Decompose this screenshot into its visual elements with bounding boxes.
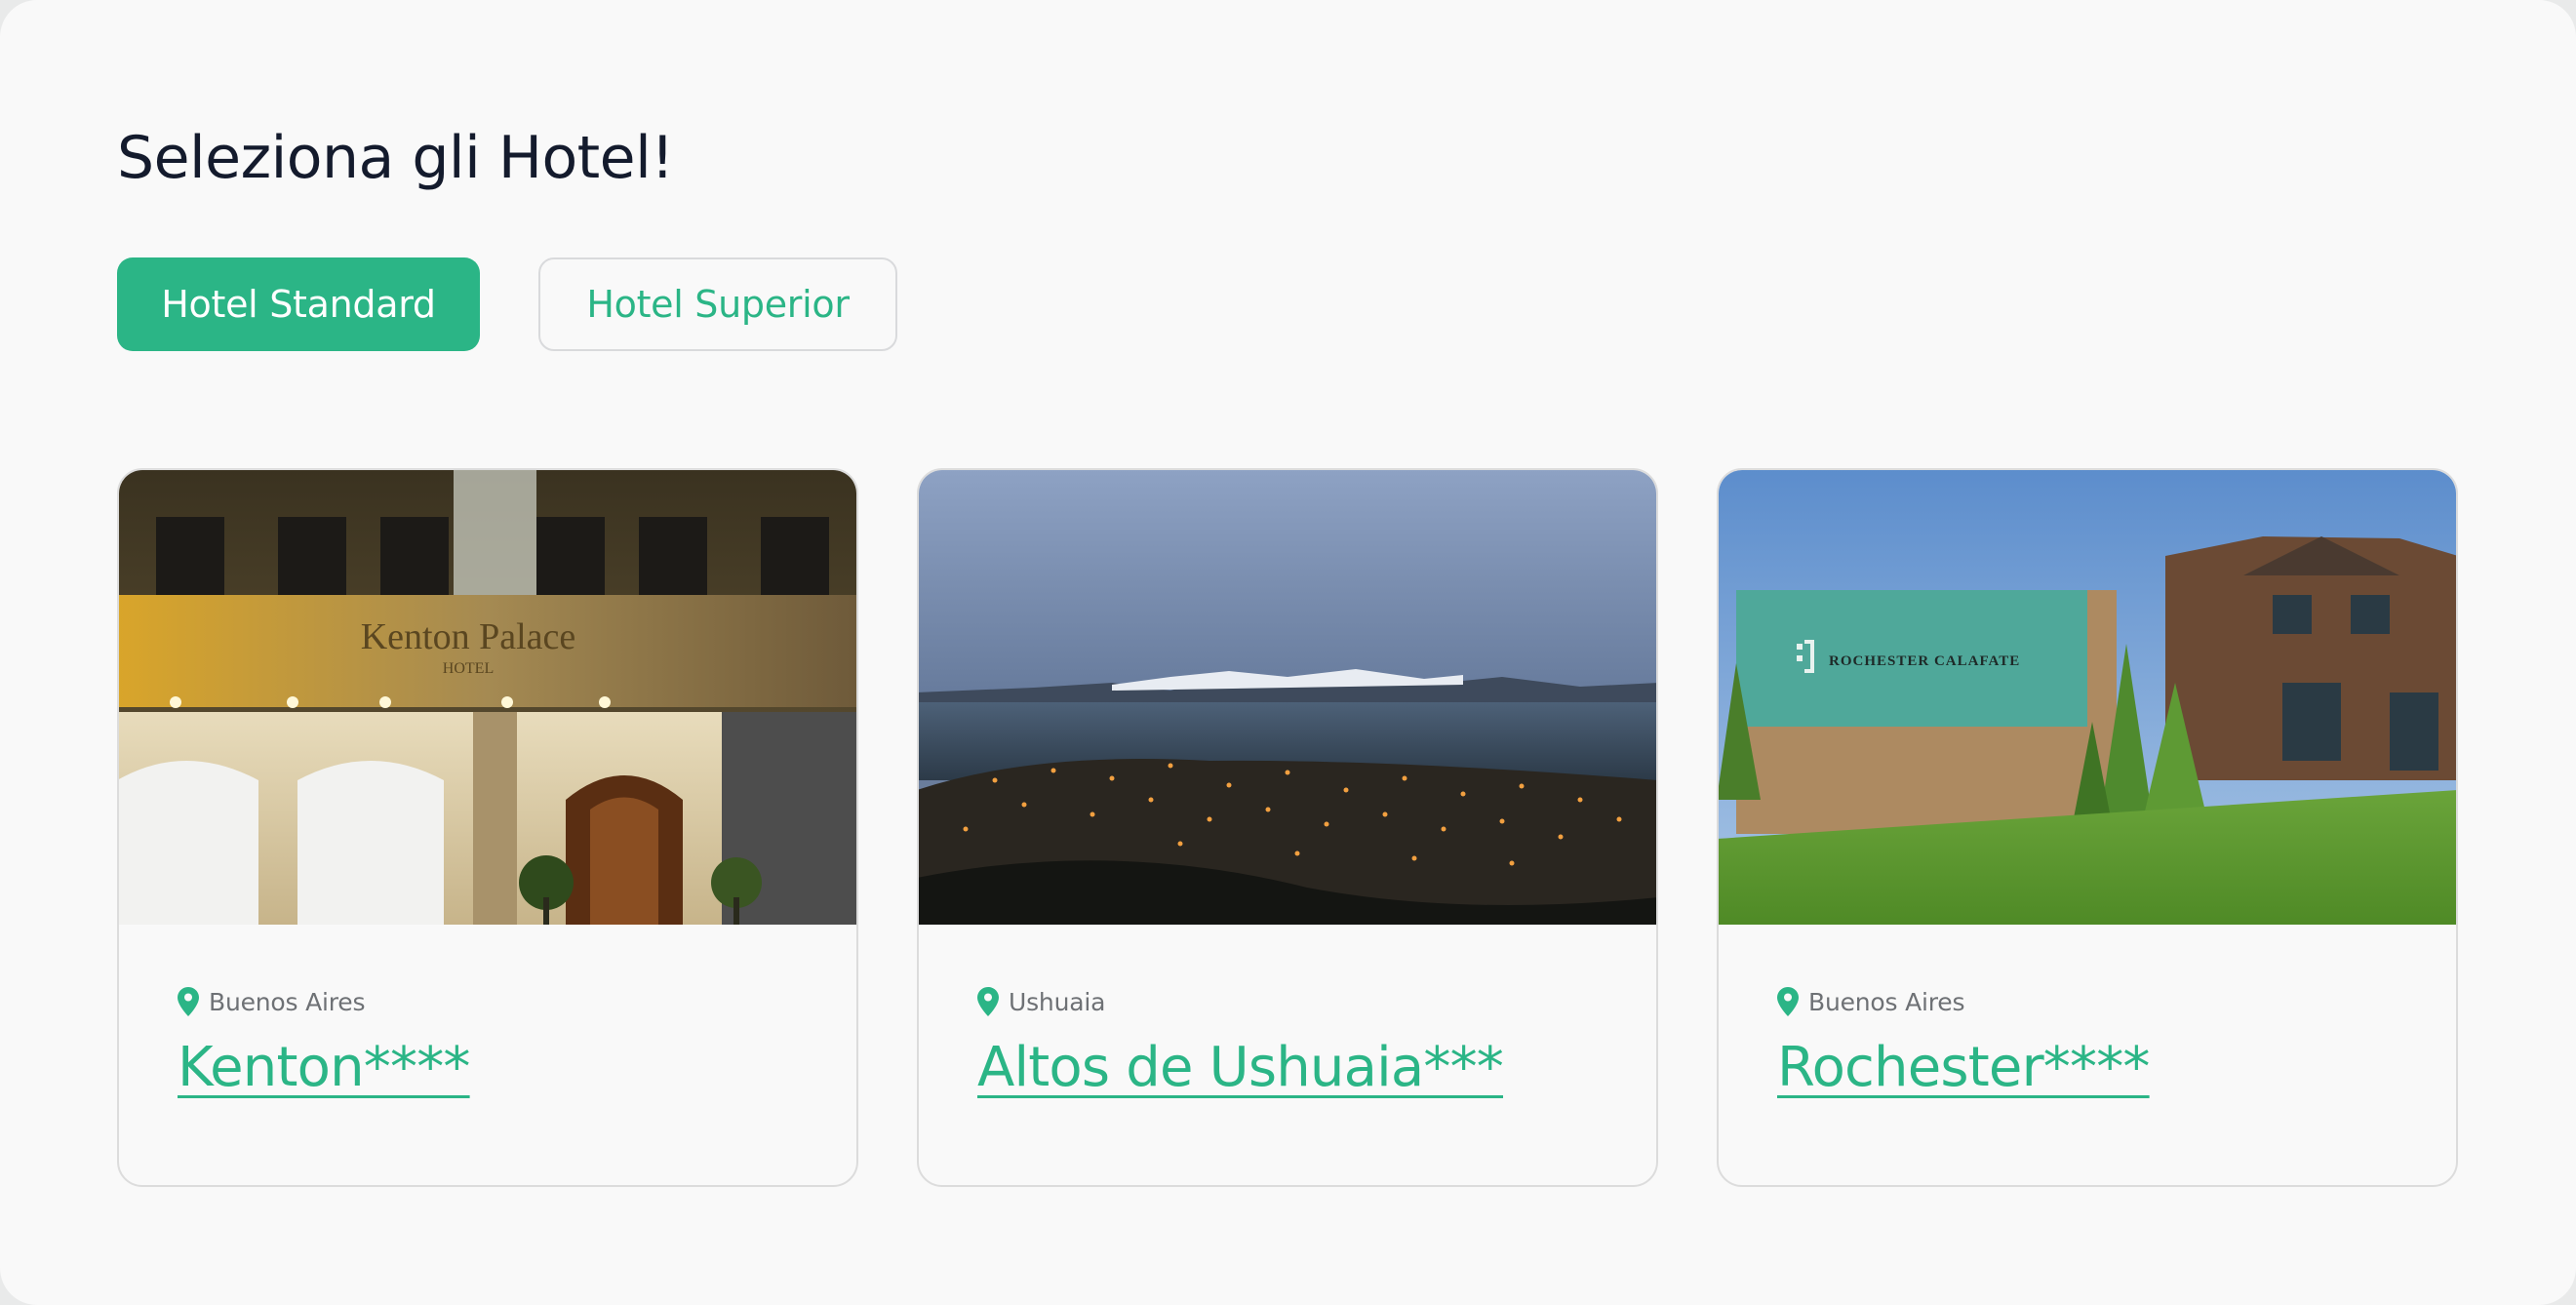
hotel-photo: ROCHESTER CALAFATE (1719, 470, 2456, 925)
hotel-photo: Kenton Palace HOTEL (119, 470, 856, 925)
tab-hotel-standard[interactable]: Hotel Standard (117, 257, 480, 351)
hotel-location: Buenos Aires (178, 987, 365, 1016)
hotel-location: Ushuaia (977, 987, 1105, 1016)
hotel-selection-panel: Seleziona gli Hotel! Hotel Standard Hote… (0, 0, 2576, 1305)
photo-sign-text: Kenton Palace (361, 616, 576, 657)
photo-sign-text: ROCHESTER CALAFATE (1829, 653, 2020, 669)
page-title: Seleziona gli Hotel! (117, 124, 674, 192)
photo-sign-subtext: HOTEL (443, 660, 494, 677)
hotel-name-link[interactable]: Altos de Ushuaia*** (977, 1036, 1504, 1099)
hotel-card-rochester[interactable]: ROCHESTER CALAFATE Buenos Aires Rocheste… (1717, 468, 2458, 1187)
tab-hotel-superior[interactable]: Hotel Superior (538, 257, 897, 351)
map-pin-icon (977, 987, 999, 1016)
hotel-name-link[interactable]: Rochester**** (1777, 1036, 2150, 1099)
hotel-card-altos-de-ushuaia[interactable]: Ushuaia Altos de Ushuaia*** (917, 468, 1658, 1187)
map-pin-icon (178, 987, 199, 1016)
hotel-photo (919, 470, 1656, 925)
location-label: Buenos Aires (1808, 987, 1965, 1016)
map-pin-icon (1777, 987, 1799, 1016)
location-label: Buenos Aires (209, 987, 366, 1016)
location-label: Ushuaia (1009, 987, 1106, 1016)
hotel-name-link[interactable]: Kenton**** (178, 1036, 470, 1099)
hotel-location: Buenos Aires (1777, 987, 1964, 1016)
hotel-card-kenton[interactable]: Kenton Palace HOTEL Buenos Aires Kenton*… (117, 468, 858, 1187)
